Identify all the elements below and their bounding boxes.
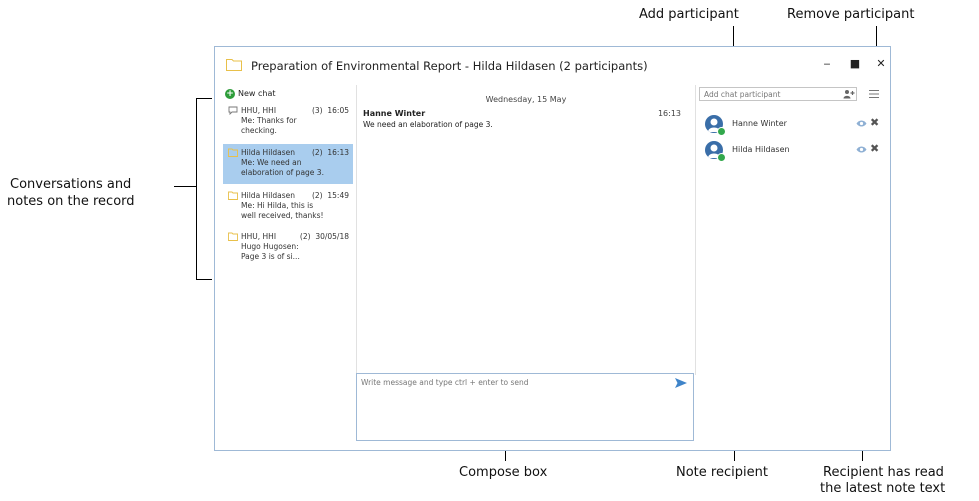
maximize-button[interactable]: ■ (847, 56, 863, 72)
conversation-name: Hilda Hildasen (241, 148, 295, 157)
conversation-preview: Me: Hi Hilda, this is (241, 201, 314, 210)
folder-icon (228, 191, 238, 200)
callout-bracket-bottom (196, 279, 212, 280)
conversation-count: (2) (311, 148, 323, 157)
conversation-time: 15:49 (327, 191, 349, 200)
close-button[interactable]: ✕ (873, 56, 889, 72)
add-participant-input[interactable] (699, 87, 857, 101)
callout-bracket-vertical (196, 98, 197, 280)
compose-input[interactable] (357, 374, 661, 438)
send-icon[interactable] (673, 375, 689, 391)
folder-icon (228, 148, 238, 157)
message-pane: Wednesday, 15 May Hanne Winter 16:13 We … (356, 85, 696, 375)
conversation-item[interactable]: Hilda Hildasen (2) 15:49 Me: Hi Hilda, th… (223, 187, 353, 224)
participant-row: Hilda Hildasen ✖ (705, 141, 883, 163)
chat-window: Preparation of Environmental Report - Hi… (214, 46, 891, 451)
folder-icon (226, 59, 242, 71)
new-chat-label: New chat (238, 89, 276, 98)
conversation-preview: Hugo Hugosen: (241, 242, 299, 251)
message-sender: Hanne Winter (363, 109, 426, 118)
conversation-preview: elaboration of page 3. (241, 168, 324, 177)
conversation-preview: checking. (241, 126, 277, 135)
compose-box (356, 373, 694, 441)
menu-icon[interactable] (868, 88, 880, 100)
conversation-time: 30/05/18 (315, 232, 349, 241)
conversation-name: Hilda Hildasen (241, 191, 295, 200)
conversation-item[interactable]: HHU, HHI (2) 30/05/18 Hugo Hugosen: Page … (223, 228, 353, 265)
conversation-item[interactable]: HHU, HHI (3) 16:05 Me: Thanks for checkin… (223, 102, 353, 139)
callout-bracket-top (196, 98, 212, 99)
callout-conversations-line1: Conversations and (10, 177, 132, 192)
conversation-count: (2) (299, 232, 311, 241)
callout-remove-participant: Remove participant (787, 7, 915, 22)
speech-bubble-icon (228, 106, 238, 115)
conversation-preview: Page 3 is of si... (241, 252, 300, 261)
window-title: Preparation of Environmental Report - Hi… (251, 59, 648, 73)
conversation-preview: well received, thanks! (241, 211, 324, 220)
participant-row: Hanne Winter ✖ (705, 115, 883, 137)
folder-icon (228, 232, 238, 241)
presence-icon (717, 153, 726, 162)
conversation-name: HHU, HHI (241, 232, 277, 241)
conversation-count: (2) (311, 191, 323, 200)
participant-name: Hanne Winter (732, 119, 787, 128)
remove-participant-icon[interactable]: ✖ (870, 143, 881, 154)
eye-icon (856, 120, 867, 127)
conversation-preview: Me: We need an (241, 158, 302, 167)
message-text: We need an elaboration of page 3. (363, 120, 493, 129)
minimize-button[interactable]: ‒ (819, 56, 835, 72)
callout-read-line2: the latest note text (820, 481, 946, 496)
conversation-name: HHU, HHI (241, 106, 277, 115)
conversation-item-selected[interactable]: Hilda Hildasen (2) 16:13 Me: We need an e… (223, 144, 353, 184)
conversation-preview: Me: Thanks for (241, 116, 297, 125)
date-header: Wednesday, 15 May (485, 95, 567, 104)
callout-note-recipient: Note recipient (676, 465, 768, 480)
conversation-time: 16:05 (327, 106, 349, 115)
add-person-icon[interactable] (843, 89, 855, 99)
conversation-list-pane: + New chat HHU, HHI (3) 16:05 Me: Thanks f… (221, 85, 355, 445)
callout-conversations-line2: notes on the record (7, 194, 135, 209)
eye-icon (856, 146, 867, 153)
participants-pane: Hanne Winter ✖ Hilda Hildasen ✖ (697, 85, 889, 445)
remove-participant-icon[interactable]: ✖ (870, 117, 881, 128)
participant-name: Hilda Hildasen (732, 145, 790, 154)
callout-read-line1: Recipient has read (823, 465, 944, 480)
message-time: 16:13 (657, 109, 681, 118)
callout-compose-box: Compose box (459, 465, 548, 480)
title-bar: Preparation of Environmental Report - Hi… (215, 47, 890, 85)
conversation-count: (3) (311, 106, 323, 115)
presence-icon (717, 127, 726, 136)
plus-icon: + (225, 88, 235, 99)
conversation-time: 16:13 (327, 148, 349, 157)
callout-add-participant: Add participant (639, 7, 739, 22)
callout-line-conversations-h (174, 186, 196, 187)
new-chat-button[interactable]: + New chat (225, 87, 276, 101)
